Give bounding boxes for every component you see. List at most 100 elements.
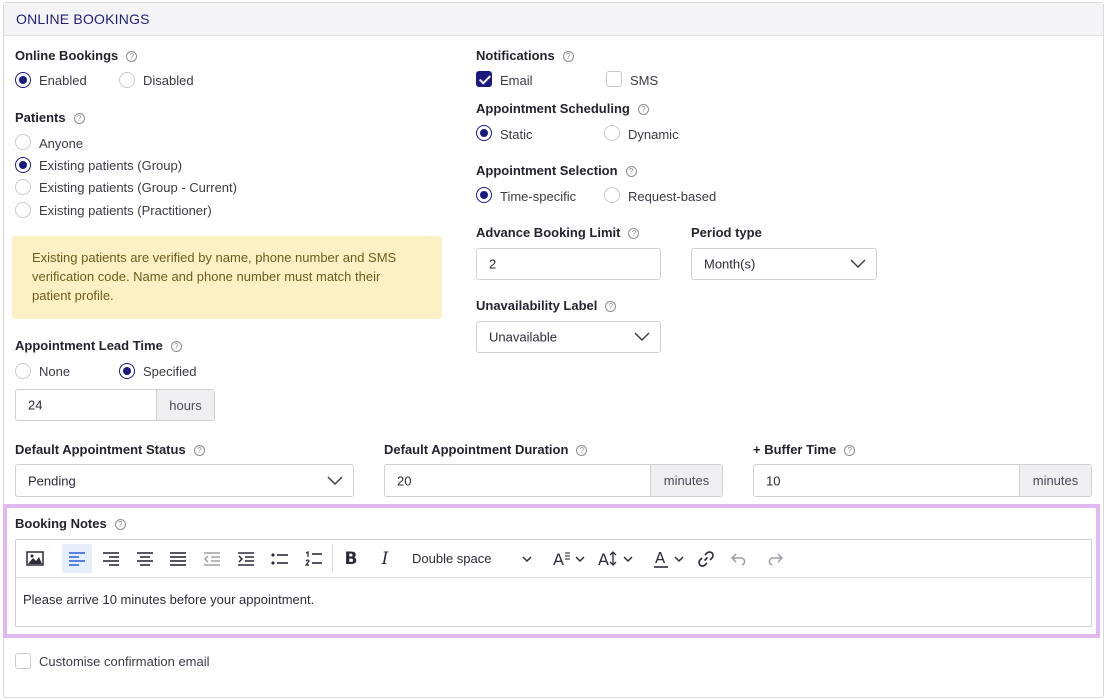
checkbox-email[interactable] [476, 71, 492, 87]
default-status-select[interactable]: Pending [15, 464, 354, 497]
chevron-down-icon [522, 555, 532, 562]
option-email: Email [500, 73, 533, 88]
unavailability-select[interactable]: Unavailable [476, 321, 661, 353]
lead-time-label-text: Appointment Lead Time [15, 338, 163, 353]
help-icon[interactable]: ? [170, 341, 182, 352]
help-icon[interactable]: ? [126, 51, 138, 62]
help-icon[interactable]: ? [844, 445, 856, 456]
insert-image-icon[interactable] [20, 544, 50, 573]
buffer-time-label-text: + Buffer Time [753, 442, 837, 457]
buffer-time-input[interactable]: 10 minutes [753, 464, 1092, 497]
booking-notes-label-text: Booking Notes [15, 516, 107, 531]
online-bookings-label-text: Online Bookings [15, 48, 119, 63]
radio-existing-practitioner[interactable] [15, 202, 31, 218]
radio-existing-group-current[interactable] [15, 179, 31, 195]
default-duration-value: 20 [397, 473, 412, 488]
advance-limit-input[interactable]: 2 [476, 248, 661, 280]
default-duration-input[interactable]: 20 minutes [384, 464, 723, 497]
rich-text-editor: B I Double space A A A Please arrive 10 … [15, 539, 1092, 627]
redo-icon[interactable] [759, 544, 789, 573]
radio-lead-specified[interactable] [119, 363, 135, 379]
unavailability-label-text: Unavailability Label [476, 298, 598, 313]
radio-lead-none[interactable] [15, 363, 31, 379]
help-icon[interactable]: ? [576, 445, 588, 456]
online-bookings-label: Online Bookings? [15, 48, 138, 63]
option-dynamic: Dynamic [628, 127, 679, 142]
help-icon[interactable]: ? [114, 519, 126, 530]
patients-label-text: Patients [15, 110, 66, 125]
help-icon[interactable]: ? [73, 113, 85, 124]
option-enabled: Enabled [39, 73, 87, 88]
svg-text:A: A [553, 551, 564, 567]
option-existing-practitioner: Existing patients (Practitioner) [39, 203, 212, 218]
align-justify-icon[interactable] [163, 544, 193, 573]
radio-static[interactable] [476, 125, 492, 141]
option-sms: SMS [630, 73, 659, 88]
option-static: Static [500, 127, 533, 142]
help-icon[interactable]: ? [637, 104, 649, 115]
notifications-label: Notifications? [476, 48, 574, 63]
panel-header: ONLINE BOOKINGS [4, 3, 1103, 36]
chevron-down-icon [850, 259, 866, 268]
option-lead-none: None [39, 364, 71, 379]
patients-label: Patients? [15, 110, 85, 125]
buffer-time-value: 10 [766, 473, 781, 488]
font-size-icon[interactable]: A [548, 544, 590, 573]
default-status-value: Pending [28, 473, 76, 488]
advance-limit-label-text: Advance Booking Limit [476, 225, 621, 240]
line-spacing-value: Double space [412, 551, 492, 566]
align-center-icon[interactable] [130, 544, 160, 573]
align-left-icon[interactable] [62, 544, 92, 573]
help-icon[interactable]: ? [605, 301, 617, 312]
toolbar-separator [332, 544, 333, 573]
text-color-icon[interactable]: A [650, 544, 688, 573]
radio-request-based[interactable] [604, 187, 620, 203]
line-height-icon[interactable]: A [594, 544, 638, 573]
italic-icon[interactable]: I [370, 544, 400, 573]
help-icon[interactable]: ? [562, 51, 574, 62]
customise-confirmation-label: Customise confirmation email [39, 654, 210, 669]
period-type-select[interactable]: Month(s) [691, 248, 877, 280]
default-duration-unit: minutes [650, 465, 722, 496]
option-lead-specified: Specified [143, 364, 197, 379]
unavailability-label: Unavailability Label? [476, 298, 617, 313]
radio-dynamic[interactable] [604, 125, 620, 141]
numbered-list-icon[interactable] [299, 544, 329, 573]
option-disabled: Disabled [143, 73, 194, 88]
radio-anyone[interactable] [15, 134, 31, 150]
option-time-specific: Time-specific [500, 189, 577, 204]
help-icon[interactable]: ? [628, 228, 640, 239]
booking-notes-label: Booking Notes? [15, 516, 126, 531]
svg-text:A: A [598, 551, 609, 567]
radio-enabled[interactable] [15, 72, 31, 88]
option-existing-group: Existing patients (Group) [39, 158, 183, 173]
checkbox-customise-confirmation[interactable] [15, 653, 31, 669]
align-right-icon[interactable] [96, 544, 126, 573]
booking-notes-section: Booking Notes? B I Double space A A A Pl… [3, 504, 1100, 638]
svg-text:A: A [655, 550, 666, 567]
option-anyone: Anyone [39, 136, 84, 151]
scheduling-label: Appointment Scheduling? [476, 101, 649, 116]
link-icon[interactable] [691, 544, 721, 573]
buffer-time-label: + Buffer Time? [753, 442, 856, 457]
outdent-icon[interactable] [197, 544, 227, 573]
checkbox-sms[interactable] [606, 71, 622, 87]
lead-time-label: Appointment Lead Time? [15, 338, 182, 353]
bold-icon[interactable]: B [336, 544, 366, 573]
radio-disabled[interactable] [119, 72, 135, 88]
help-icon[interactable]: ? [193, 445, 205, 456]
radio-existing-group[interactable] [15, 157, 31, 173]
bullet-list-icon[interactable] [265, 544, 295, 573]
verification-info-box: Existing patients are verified by name, … [12, 236, 442, 319]
selection-label: Appointment Selection? [476, 163, 637, 178]
editor-toolbar: B I Double space A A A [16, 540, 1091, 578]
undo-icon[interactable] [725, 544, 755, 573]
help-icon[interactable]: ? [625, 166, 637, 177]
indent-icon[interactable] [231, 544, 261, 573]
panel-title: ONLINE BOOKINGS [16, 11, 150, 27]
lead-time-input[interactable]: 24 hours [15, 389, 215, 421]
scheduling-label-text: Appointment Scheduling [476, 101, 630, 116]
line-spacing-select[interactable]: Double space [406, 544, 536, 573]
editor-content[interactable]: Please arrive 10 minutes before your app… [23, 592, 314, 607]
radio-time-specific[interactable] [476, 187, 492, 203]
